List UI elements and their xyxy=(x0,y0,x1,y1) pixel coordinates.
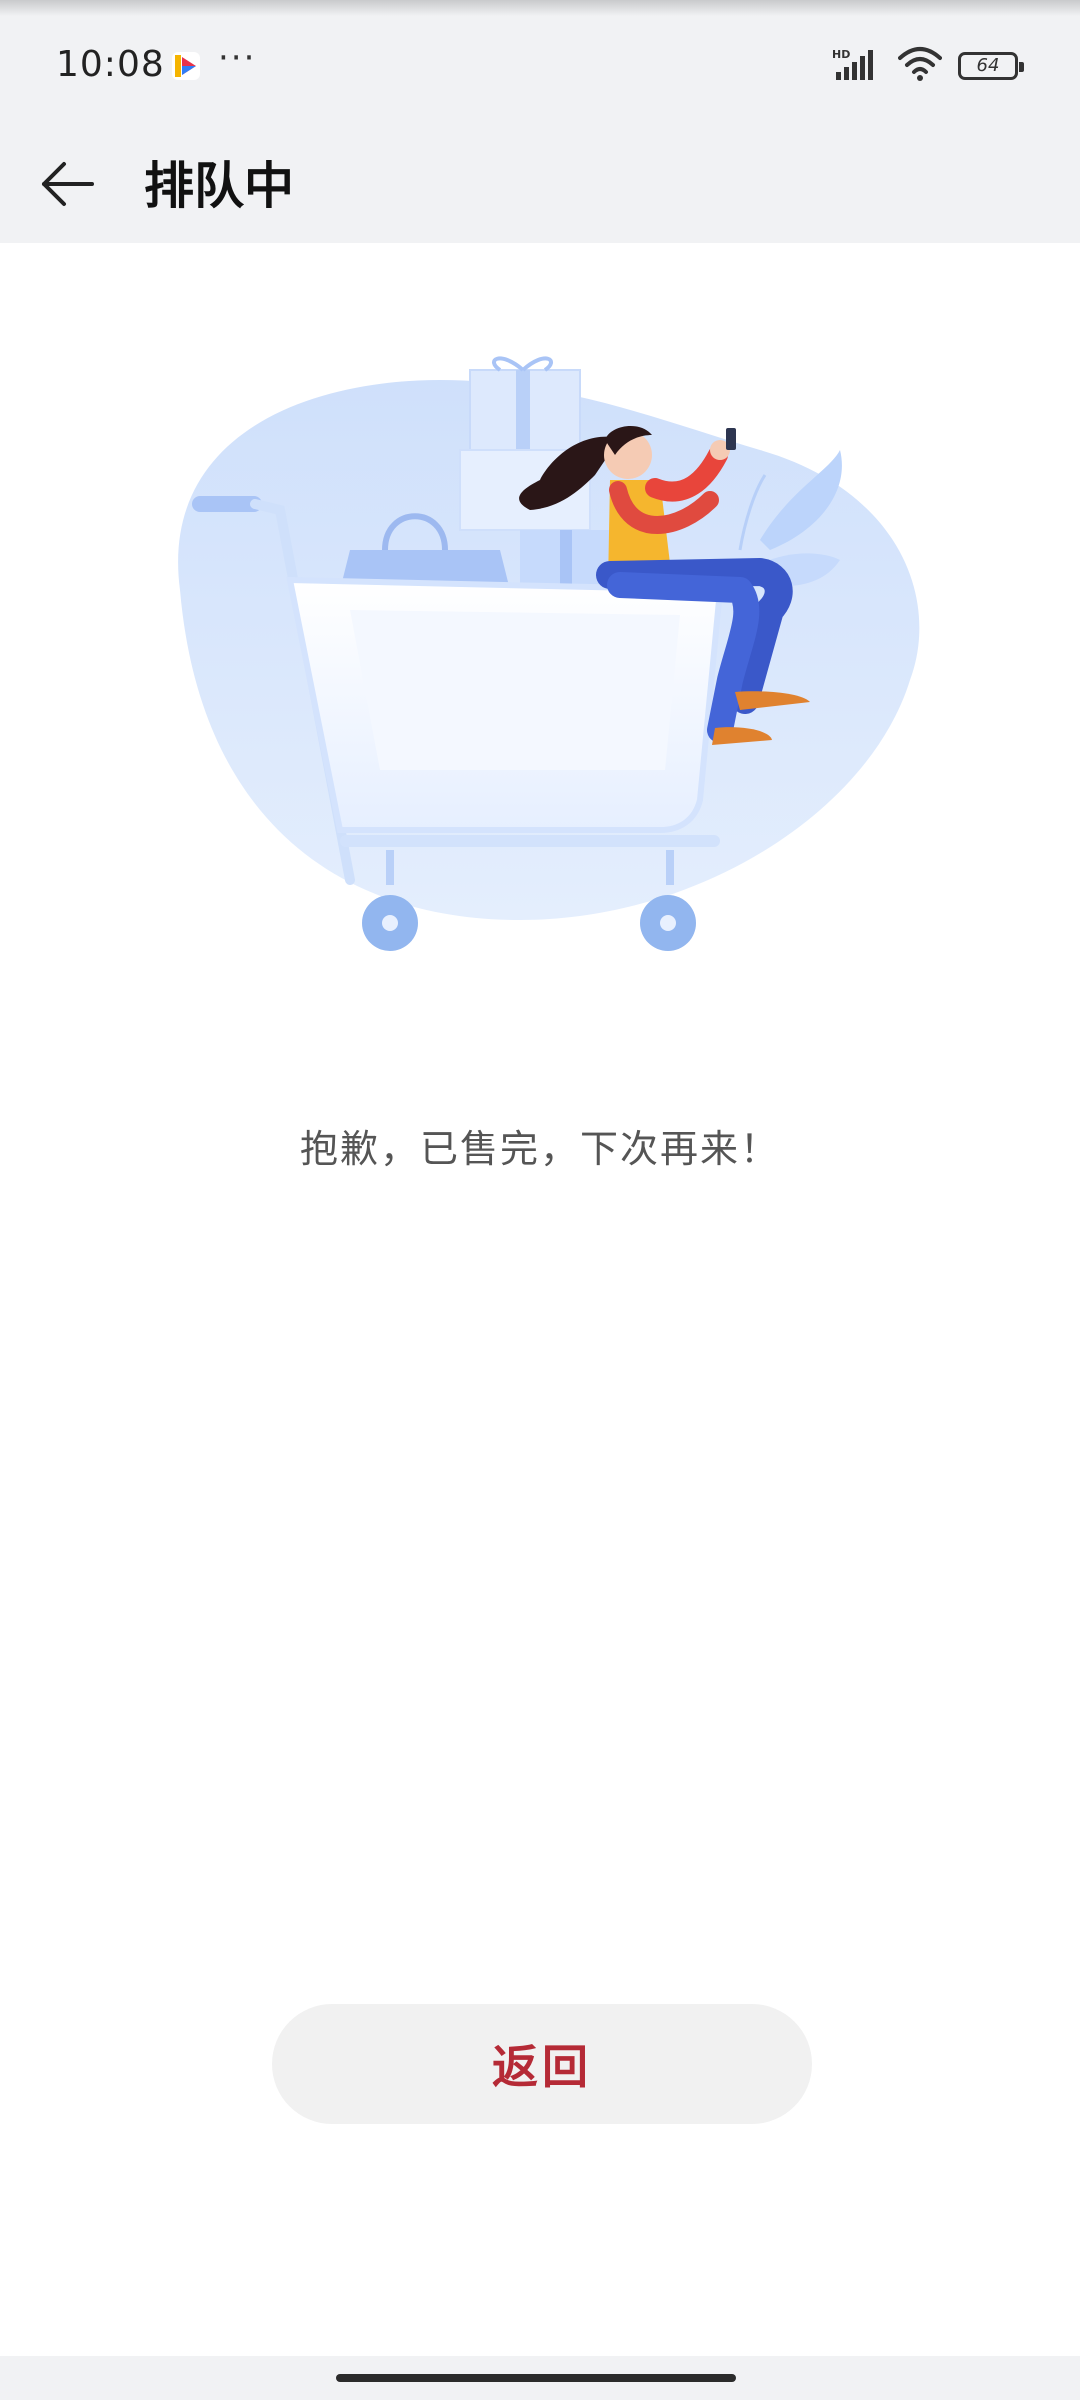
battery-level: 64 xyxy=(976,55,1000,76)
home-indicator[interactable] xyxy=(336,2374,736,2382)
status-bar: 10:08 ··· HD 64 xyxy=(0,30,1080,100)
return-button[interactable]: 返回 xyxy=(272,2004,812,2124)
status-time: 10:08 xyxy=(56,44,165,85)
header: 10:08 ··· HD 64 排队中 xyxy=(0,0,1080,243)
shopping-cart-illustration xyxy=(140,340,940,960)
back-button[interactable] xyxy=(30,148,106,224)
svg-text:HD: HD xyxy=(832,48,850,61)
battery-icon: 64 xyxy=(958,52,1024,80)
system-nav-bar xyxy=(0,2356,1080,2400)
notification-overflow: ··· xyxy=(218,38,257,78)
app-icon xyxy=(172,52,200,80)
page-title: 排队中 xyxy=(144,157,294,215)
sold-out-message: 抱歉，已售完，下次再来！ xyxy=(299,1127,780,1171)
top-shade xyxy=(0,0,1080,16)
status-indicators: HD 64 xyxy=(832,46,1024,86)
nav-bar: 排队中 xyxy=(0,130,1080,226)
wifi-icon xyxy=(898,46,942,86)
hd-signal-icon: HD xyxy=(832,46,882,86)
arrow-left-icon xyxy=(40,160,96,212)
